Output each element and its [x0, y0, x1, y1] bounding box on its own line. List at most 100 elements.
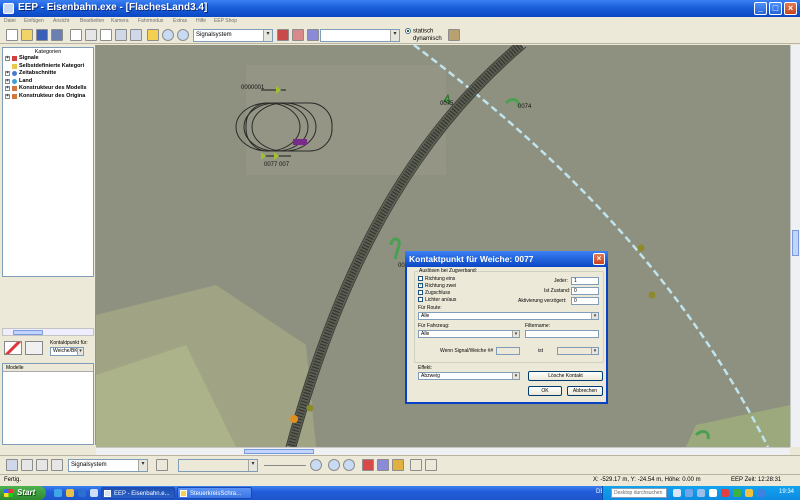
menu-kamera[interactable]: Kamera	[111, 18, 129, 24]
task-eep[interactable]: EEP - Eisenbahn.e...	[101, 487, 175, 499]
category-tree[interactable]: Kategorien + Signale Selbstdefinierte Ka…	[2, 47, 94, 277]
save-icon[interactable]	[36, 29, 48, 41]
open-folder-icon[interactable]	[21, 29, 33, 41]
chevron-down-icon[interactable]: ▾	[591, 313, 598, 319]
delete-contact-button[interactable]: Lösche Kontakt	[528, 371, 603, 381]
explorer-icon[interactable]	[66, 489, 74, 497]
start-button[interactable]: Start	[0, 486, 46, 500]
radio-static[interactable]: statisch	[405, 28, 433, 35]
tree-item-selbstdefiniert[interactable]: Selbstdefinierte Kategori	[3, 63, 93, 71]
layout-icon[interactable]	[115, 29, 127, 41]
dialog-close-button[interactable]: ×	[593, 253, 605, 265]
branch-icon[interactable]	[156, 459, 168, 471]
menu-fahrmodus[interactable]: Fahrmodus	[138, 18, 163, 24]
contact-tool-icon[interactable]	[25, 341, 43, 355]
save-as-icon[interactable]	[51, 29, 63, 41]
expand-icon[interactable]: +	[5, 93, 10, 99]
window-icon[interactable]	[100, 29, 112, 41]
app-icon[interactable]	[3, 3, 14, 14]
zoom-out-icon[interactable]	[177, 29, 189, 41]
effect-select[interactable]: Abzweig ▾	[418, 372, 520, 380]
volume-icon[interactable]	[757, 489, 765, 497]
chevron-down-icon[interactable]: ▾	[591, 348, 598, 354]
new-file-icon[interactable]	[6, 29, 18, 41]
contact-type-select[interactable]: Weiche/BKA ▾	[50, 347, 84, 356]
scrollbar-thumb[interactable]	[13, 330, 43, 335]
menu-eep-shop[interactable]: EEP Shop	[214, 18, 237, 24]
close-button[interactable]: ×	[784, 2, 797, 15]
bottom-combo-disabled[interactable]: ▾	[178, 459, 258, 472]
tools-icon[interactable]	[448, 29, 460, 41]
desktop-search-input[interactable]: Desktop durchsuchen	[611, 488, 667, 498]
expand-icon[interactable]: +	[5, 86, 10, 91]
title-bar[interactable]: EEP - Eisenbahn.exe - [FlachesLand3.4] _…	[0, 0, 800, 17]
split-icon[interactable]	[130, 29, 142, 41]
state-input[interactable]: 0	[571, 287, 599, 295]
menu-ansicht[interactable]: Ansicht	[53, 18, 69, 24]
maximize-button[interactable]: □	[769, 2, 782, 15]
menu-einfuegen[interactable]: Einfügen	[24, 18, 44, 24]
paste-icon[interactable]	[85, 29, 97, 41]
zoom-out-icon[interactable]	[343, 459, 355, 471]
checkbox-direction-two[interactable]: ✓ Richtung zwei	[418, 283, 456, 289]
tree-item-land[interactable]: + Land	[3, 78, 93, 86]
models-list[interactable]: Modelle	[2, 363, 94, 445]
tray-icon[interactable]	[745, 489, 753, 497]
contact-point[interactable]	[648, 291, 656, 299]
tray-icon[interactable]	[733, 489, 741, 497]
menu-datei[interactable]: Datei	[4, 18, 16, 24]
pin-icon[interactable]	[36, 459, 48, 471]
ok-button[interactable]: OK	[528, 386, 562, 396]
chevron-down-icon[interactable]: ▾	[512, 373, 519, 379]
delete-contact-icon[interactable]	[4, 341, 22, 355]
ie-icon[interactable]	[54, 489, 62, 497]
menu-hilfe[interactable]: Hilfe	[196, 18, 206, 24]
train-icon[interactable]	[277, 29, 289, 41]
dialog-title[interactable]: Kontaktpunkt für Weiche: 0077	[405, 251, 608, 267]
expand-icon[interactable]: +	[5, 56, 10, 61]
undo-icon[interactable]	[410, 459, 422, 471]
is-select[interactable]: ▾	[557, 347, 599, 355]
picture-icon[interactable]	[147, 29, 159, 41]
expand-icon[interactable]: +	[5, 71, 10, 76]
desktop-icon[interactable]	[78, 489, 86, 497]
viewport-vertical-scrollbar[interactable]	[790, 45, 800, 447]
contact-point[interactable]	[290, 415, 298, 423]
tray-icon[interactable]	[721, 489, 729, 497]
quick-launch-icon[interactable]	[90, 489, 98, 497]
signal-icon[interactable]	[362, 459, 374, 471]
clock[interactable]: 19:34	[779, 489, 794, 495]
task-steuerkreis[interactable]: SteuerkreisSchra...	[177, 487, 252, 499]
redo-icon[interactable]	[425, 459, 437, 471]
menu-extras[interactable]: Extras	[173, 18, 187, 24]
checkbox-lights[interactable]: Lichter an/aus	[418, 297, 456, 303]
curve-icon[interactable]	[51, 459, 63, 471]
mode-combo[interactable]: ▾	[320, 29, 400, 42]
tray-icon[interactable]	[709, 489, 717, 497]
tray-icon[interactable]	[697, 489, 705, 497]
box-icon[interactable]	[392, 459, 404, 471]
signal-icon[interactable]	[292, 29, 304, 41]
cancel-button[interactable]: Abbrechen	[567, 386, 603, 396]
menu-bearbeiten[interactable]: Bearbeiten	[80, 18, 104, 24]
vehicle-select[interactable]: Alle ▾	[418, 330, 520, 338]
tray-icon[interactable]	[685, 489, 693, 497]
route-select[interactable]: Alle ▾	[418, 312, 599, 320]
zoom-in-icon[interactable]	[328, 459, 340, 471]
tree-item-konstrukteur-modell[interactable]: + Konstrukteur des Modells	[3, 85, 93, 93]
checkbox-direction-one[interactable]: Richtung eins	[418, 276, 455, 282]
contact-point[interactable]	[306, 404, 314, 412]
delay-input[interactable]: 0	[571, 297, 599, 305]
tree-item-zeitabschnitte[interactable]: + Zeitabschnitte	[3, 70, 93, 78]
layer-select[interactable]: Signalsystem ▾	[193, 29, 273, 42]
tray-icon[interactable]	[673, 489, 681, 497]
checkbox-train-end[interactable]: Zugschluss	[418, 290, 450, 296]
scrollbar-thumb[interactable]	[244, 449, 314, 454]
every-input[interactable]: 1	[571, 277, 599, 285]
rolling-stock-object[interactable]	[293, 139, 307, 145]
zoom-in-icon[interactable]	[162, 29, 174, 41]
scrollbar-thumb[interactable]	[792, 230, 799, 256]
chevron-down-icon[interactable]: ▾	[263, 30, 272, 41]
minimize-button[interactable]: _	[754, 2, 767, 15]
contact-point[interactable]	[637, 244, 645, 252]
